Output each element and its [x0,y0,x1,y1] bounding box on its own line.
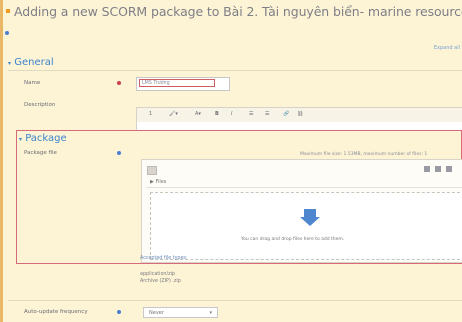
drop-zone[interactable]: You can drag and drop files here to add … [150,192,462,260]
section-package[interactable]: ▾ Package [19,133,67,144]
list-view-icon[interactable] [435,166,441,172]
section-general[interactable]: ▾ General [8,57,54,68]
accepted-types-label: Accepted file types: [140,256,188,261]
accepted-type-item: application/zip [140,272,175,277]
files-label: Files [155,179,167,185]
section-general-heading: General [14,57,54,68]
file-picker: ▶ Files You can drag and drop files here… [141,159,462,263]
files-folder[interactable]: ▶ Files [150,179,166,185]
upload-arrow-icon [304,209,316,217]
editor-tool-numbers[interactable]: ☰ [265,111,269,117]
name-label: Name [24,80,41,86]
upload-arrow-head-icon [300,217,320,226]
name-field-value: LMS Trường [139,79,215,87]
page-title: Adding a new SCORM package to Bài 2. Tài… [6,4,462,19]
divider [8,70,462,71]
grid-view-icon[interactable] [424,166,430,172]
add-file-icon[interactable] [147,166,157,175]
collapse-caret-icon: ▾ [8,60,12,67]
divider [8,300,462,301]
help-icon[interactable] [117,310,121,314]
chevron-down-icon: ▾ [209,310,212,316]
editor-tool-toggle[interactable]: 1 [149,111,152,117]
package-file-label: Package file [24,150,57,156]
collapse-caret-icon: ▾ [19,136,23,143]
editor-tool-unlink[interactable]: ⛓ [297,111,303,117]
drop-hint: You can drag and drop files here to add … [241,237,345,242]
description-label: Description [24,102,56,108]
title-bullet-icon [6,9,10,13]
editor-tool-bullets[interactable]: ☰ [249,111,253,117]
help-icon[interactable] [117,151,121,155]
frequency-select-value: Never [149,310,164,316]
editor-toolbar: 1 🖌▾ A▾ B I ☰ ☰ 🔗 ⛓ [136,107,462,123]
divider [146,187,462,188]
max-size-text: Maximum file size: 1.53MB, maximum numbe… [300,152,428,157]
section-package-heading: Package [25,133,67,144]
page-title-text: Adding a new SCORM package to Bài 2. Tài… [14,4,462,19]
editor-tool-bold[interactable]: B [215,111,219,117]
frequency-label: Auto-update frequency [24,309,88,315]
accepted-types-list: application/zip Archive (ZIP) .zip [140,271,181,285]
name-field[interactable]: LMS Trường [136,77,230,91]
editor-tool-font[interactable]: A▾ [195,111,201,117]
required-icon [117,81,121,85]
expand-all-link[interactable]: Expand all [434,45,460,51]
tree-view-icon[interactable] [446,166,452,172]
editor-tool-style[interactable]: 🖌▾ [169,111,178,117]
info-icon[interactable] [5,31,9,35]
left-accent-bar [0,0,3,322]
editor-tool-link[interactable]: 🔗 [283,111,289,117]
frequency-select[interactable]: Never ▾ [143,307,218,318]
editor-tool-italic[interactable]: I [231,111,232,117]
form-page: Adding a new SCORM package to Bài 2. Tài… [0,0,462,322]
accepted-type-item: Archive (ZIP) .zip [140,279,181,284]
